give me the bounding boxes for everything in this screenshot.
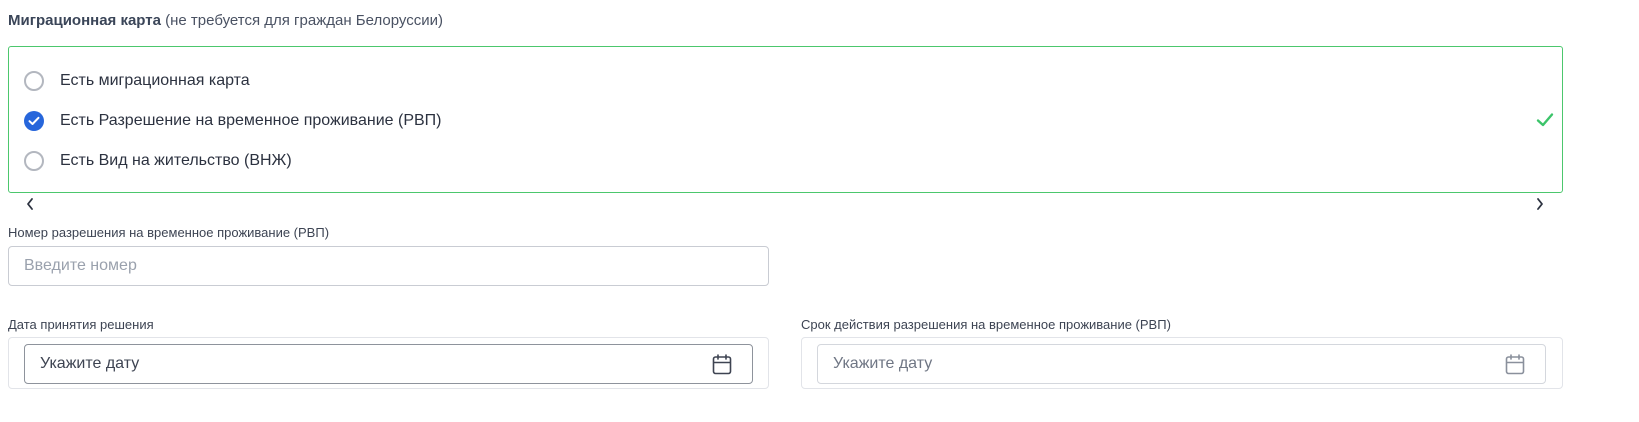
- radio-option-migration-card[interactable]: Есть миграционная карта: [24, 71, 250, 91]
- radio-option-label: Есть миграционная карта: [60, 72, 250, 89]
- decision-date-placeholder: Укажите дату: [40, 355, 140, 372]
- section-title-note: (не требуется для граждан Белоруссии): [165, 12, 443, 29]
- permit-validity-placeholder: Укажите дату: [833, 355, 933, 372]
- decision-date-input[interactable]: Укажите дату: [24, 344, 753, 384]
- calendar-icon[interactable]: [1505, 354, 1525, 375]
- radio-option-label: Есть Вид на жительство (ВНЖ): [60, 152, 292, 169]
- permit-number-label: Номер разрешения на временное проживание…: [8, 225, 330, 240]
- radio-option-residence-permit[interactable]: Есть Вид на жительство (ВНЖ): [24, 151, 292, 171]
- decision-date-label: Дата принятия решения: [8, 317, 154, 332]
- section-title-main: Миграционная карта: [8, 12, 161, 29]
- document-type-radio-group: Есть миграционная карта Есть Разрешение …: [8, 46, 1563, 193]
- permit-number-input[interactable]: [8, 246, 769, 286]
- decision-date-field: Укажите дату: [8, 337, 769, 389]
- radio-button-unchecked[interactable]: [24, 151, 44, 171]
- section-title: Миграционная карта (не требуется для гра…: [8, 11, 443, 31]
- migration-card-section: Миграционная карта (не требуется для гра…: [0, 0, 1639, 422]
- radio-option-temporary-residence-permit[interactable]: Есть Разрешение на временное проживание …: [24, 111, 442, 131]
- permit-validity-field: Укажите дату: [801, 337, 1563, 389]
- chevron-right-icon[interactable]: [1534, 196, 1546, 212]
- check-icon: [28, 116, 40, 125]
- radio-button-checked[interactable]: [24, 111, 44, 131]
- permit-validity-input[interactable]: Укажите дату: [817, 344, 1546, 384]
- radio-option-label: Есть Разрешение на временное проживание …: [60, 112, 442, 129]
- calendar-icon[interactable]: [712, 354, 732, 375]
- radio-button-unchecked[interactable]: [24, 71, 44, 91]
- chevron-left-icon[interactable]: [24, 196, 36, 212]
- valid-check-icon: [1536, 113, 1554, 127]
- permit-validity-label: Срок действия разрешения на временное пр…: [801, 317, 1171, 332]
